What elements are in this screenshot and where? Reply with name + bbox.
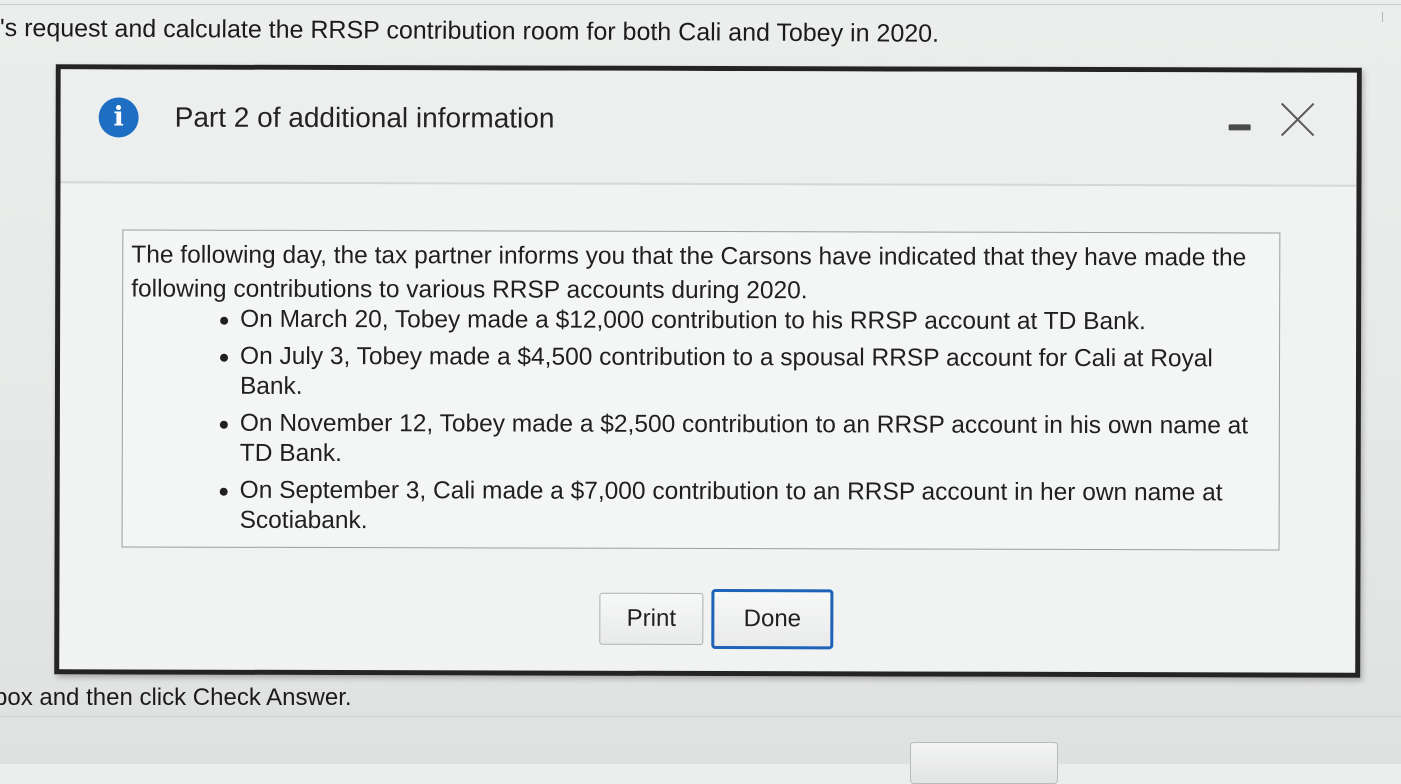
intro-paragraph: The following day, the tax partner infor… [131, 241, 1247, 305]
list-item: On March 20, Tobey made a $12,000 contri… [217, 305, 1257, 338]
dialog-header: i Part 2 of additional information [60, 69, 1357, 187]
list-item-text: On November 12, Tobey made a $2,500 cont… [239, 409, 1249, 468]
list-item-text: On March 20, Tobey made a $12,000 contri… [240, 305, 1146, 336]
list-item-text: On July 3, Tobey made a $4,500 contribut… [239, 342, 1213, 400]
done-button[interactable]: Done [711, 589, 834, 650]
contribution-list: On March 20, Tobey made a $12,000 contri… [217, 305, 1258, 546]
page-top-divider [0, 4, 1401, 5]
dialog-title: Part 2 of additional information [174, 101, 555, 134]
minimize-icon [1228, 124, 1251, 131]
bullet-dot [219, 487, 228, 496]
close-button[interactable] [1278, 99, 1318, 139]
bullet-dot [220, 316, 229, 325]
list-item: On November 12, Tobey made a $2,500 cont… [217, 409, 1257, 472]
page-bottom-divider [0, 716, 1401, 717]
close-icon [1280, 102, 1315, 137]
additional-info-dialog: i Part 2 of additional information The f… [54, 64, 1362, 678]
bullet-dot [219, 420, 228, 429]
print-button[interactable]: Print [599, 592, 704, 645]
information-panel: The following day, the tax partner infor… [121, 229, 1281, 551]
partially-visible-button[interactable] [910, 742, 1058, 784]
list-item-text: On September 3, Cali made a $7,000 contr… [239, 476, 1223, 535]
bullet-dot [220, 353, 229, 362]
list-item: On July 3, Tobey made a $4,500 contribut… [217, 342, 1257, 405]
question-instruction-text: 's request and calculate the RRSP contri… [0, 14, 940, 48]
info-icon: i [98, 97, 139, 138]
answer-instruction-text: box and then click Check Answer. [0, 684, 352, 711]
list-item: On September 3, Cali made a $7,000 contr… [217, 476, 1257, 539]
minimize-button[interactable] [1219, 108, 1263, 144]
page-corner-tick [1382, 12, 1383, 22]
